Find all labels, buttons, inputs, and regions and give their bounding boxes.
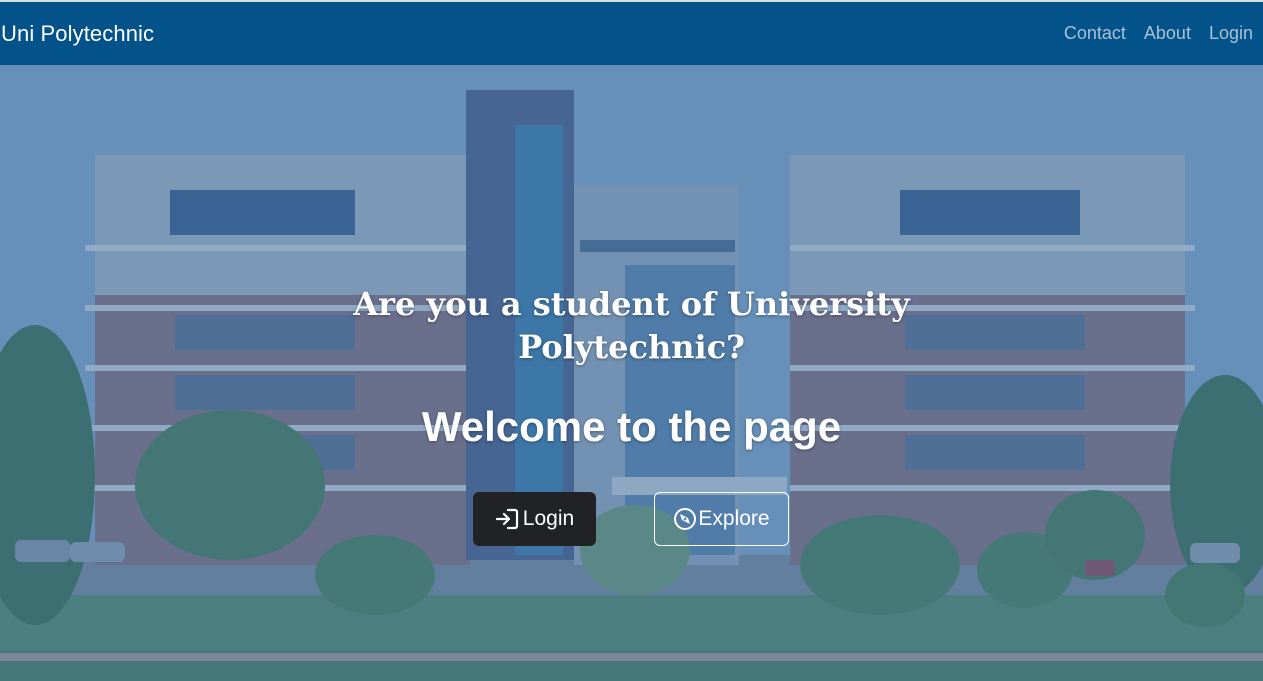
nav-contact-link[interactable]: Contact xyxy=(1064,23,1126,44)
login-button-label: Login xyxy=(522,507,575,530)
brand-link[interactable]: Uni Polytechnic xyxy=(0,21,154,47)
login-button[interactable]: Login xyxy=(473,492,596,546)
hero-section: Are you a student of University Polytech… xyxy=(0,65,1263,681)
explore-button-label: Explore xyxy=(698,507,770,530)
login-arrow-icon xyxy=(495,508,519,530)
nav-login-link[interactable]: Login xyxy=(1209,23,1253,44)
nav-links: Contact About Login xyxy=(1046,23,1263,44)
hero-content: Are you a student of University Polytech… xyxy=(0,65,1263,681)
navbar: Uni Polytechnic Contact About Login xyxy=(0,2,1263,65)
compass-icon xyxy=(673,507,697,531)
nav-about-link[interactable]: About xyxy=(1144,23,1191,44)
hero-title: Welcome to the page xyxy=(421,403,842,450)
explore-button[interactable]: Explore xyxy=(654,492,789,546)
page: Uni Polytechnic Contact About Login Are … xyxy=(0,0,1263,681)
hero-question: Are you a student of University Polytech… xyxy=(353,285,910,366)
